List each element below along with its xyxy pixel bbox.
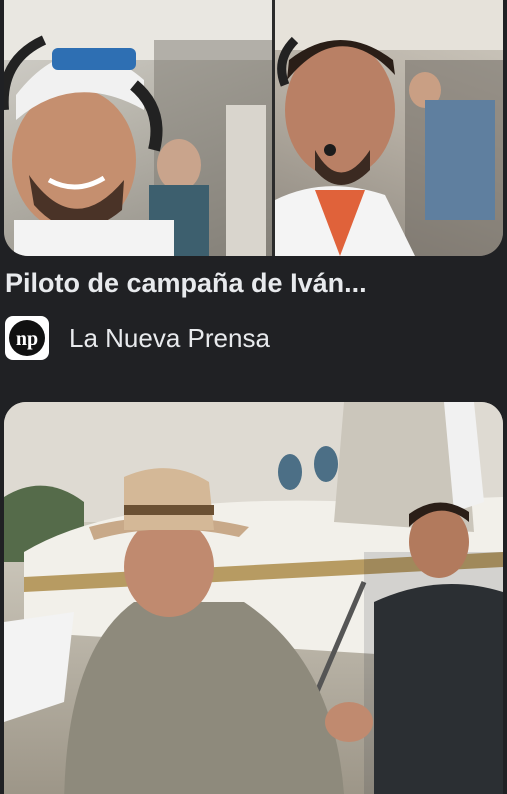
source-logo-icon: np	[5, 316, 49, 360]
cockpit-selfie-left-drawing	[4, 0, 272, 256]
cockpit-selfie-left-image	[4, 0, 272, 256]
source-row[interactable]: np La Nueva Prensa	[5, 314, 270, 362]
cockpit-selfie-right-image	[275, 0, 503, 256]
result-title[interactable]: Piloto de campaña de Iván...	[5, 268, 367, 299]
bottom-image-card[interactable]	[4, 402, 503, 794]
source-name: La Nueva Prensa	[69, 322, 270, 353]
source-logo-mark: np	[9, 320, 45, 356]
cockpit-selfie-right-drawing	[275, 0, 503, 256]
handshake-aircraft-image	[4, 402, 503, 794]
source-logo-text: np	[16, 328, 38, 350]
top-image-card[interactable]	[4, 0, 503, 256]
